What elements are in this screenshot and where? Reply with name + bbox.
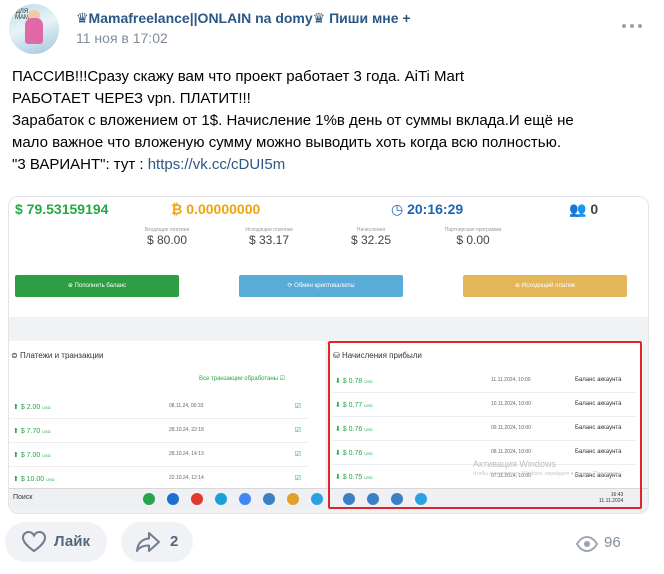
like-label: Лайк	[54, 533, 90, 550]
timer: 20:16:29	[407, 201, 464, 217]
heart-icon	[21, 530, 47, 553]
post-text: ПАССИВ!!!Сразу скажу вам что проект рабо…	[12, 66, 652, 176]
referrals-count: 0	[590, 201, 599, 217]
views-count: 96	[604, 534, 621, 551]
opera-icon[interactable]	[191, 493, 203, 505]
highlight-box	[328, 341, 642, 509]
stat-partner: Партнерская программа $ 0.00	[444, 227, 502, 247]
post-date[interactable]: 11 ноя в 17:02	[76, 30, 168, 46]
vk-post: ДЛЯ МАМ ♛Mamafreelance||ONLAIN na domy♛ …	[0, 0, 664, 574]
link-prefix: "3 ВАРИАНТ": тут :	[12, 156, 148, 173]
chrome-icon[interactable]	[239, 493, 251, 505]
exchange-button[interactable]: ⟳ Обмен криптовалюты	[239, 275, 403, 297]
post-line: мало важное что вложеную сумму можно выв…	[12, 134, 562, 151]
author-name[interactable]: ♛Mamafreelance||ONLAIN na domy♛ Пиши мне…	[76, 10, 411, 27]
post-line: Зарабаток с вложением от 1$. Начисление …	[12, 112, 574, 129]
attached-screenshot[interactable]: $ 79.53159194 ₿ 0.00000000 ◷ 20:16:29 👥 …	[8, 196, 649, 514]
payments-title: ⊜ Платежи и транзакции	[11, 351, 104, 360]
payment-row: ⬆ $ 2.00 USD 08.11.24, 00:33 ☑	[9, 395, 309, 419]
eye-icon	[576, 536, 598, 552]
balance-btc: ₿ 0.00000000	[171, 201, 261, 217]
post-line: ПАССИВ!!!Сразу скажу вам что проект рабо…	[12, 68, 465, 85]
like-button[interactable]: Лайк	[5, 522, 107, 562]
clock-icon: ◷	[391, 201, 408, 217]
share-count: 2	[170, 533, 179, 550]
deposit-button[interactable]: ⊕ Пополнить баланс	[15, 275, 179, 297]
balance-usd: $ 79.53159194	[15, 201, 109, 217]
post-link[interactable]: https://vk.cc/cDUI5m	[148, 156, 286, 173]
withdraw-button[interactable]: ⊕ Исходящий платеж	[463, 275, 627, 297]
stat-accruals: Начисления $ 32.25	[350, 227, 392, 247]
post-line: РАБОТАЕТ ЧЕРЕЗ vpn. ПЛАТИТ!!!	[12, 90, 251, 107]
telegram-icon[interactable]	[311, 493, 323, 505]
taskbar-search[interactable]: Поиск	[13, 494, 32, 501]
app-icon[interactable]	[263, 493, 275, 505]
share-icon	[136, 532, 160, 552]
payment-row: ⬆ $ 7.70 USD 28.10.24, 22:18 ☑	[9, 419, 309, 443]
whatsapp-icon[interactable]	[143, 493, 155, 505]
share-button[interactable]: 2	[121, 522, 193, 562]
payments-all-processed: Все транзакции обработаны ☑	[199, 376, 286, 382]
balance-card: $ 79.53159194 ₿ 0.00000000 ◷ 20:16:29 👥 …	[9, 197, 648, 317]
stat-outgoing: Исходящие платежи $ 33.17	[245, 227, 293, 247]
stat-incoming: Входящие платежи $ 80.00	[144, 227, 190, 247]
users-icon: 👥	[569, 201, 591, 217]
yandex-icon[interactable]	[287, 493, 299, 505]
app-icon[interactable]	[167, 493, 179, 505]
payment-row: ⬆ $ 7.00 USD 28.10.24, 14:13 ☑	[9, 443, 309, 467]
more-options-icon[interactable]	[622, 16, 642, 36]
author-avatar[interactable]: ДЛЯ МАМ	[9, 4, 59, 54]
edge-icon[interactable]	[215, 493, 227, 505]
